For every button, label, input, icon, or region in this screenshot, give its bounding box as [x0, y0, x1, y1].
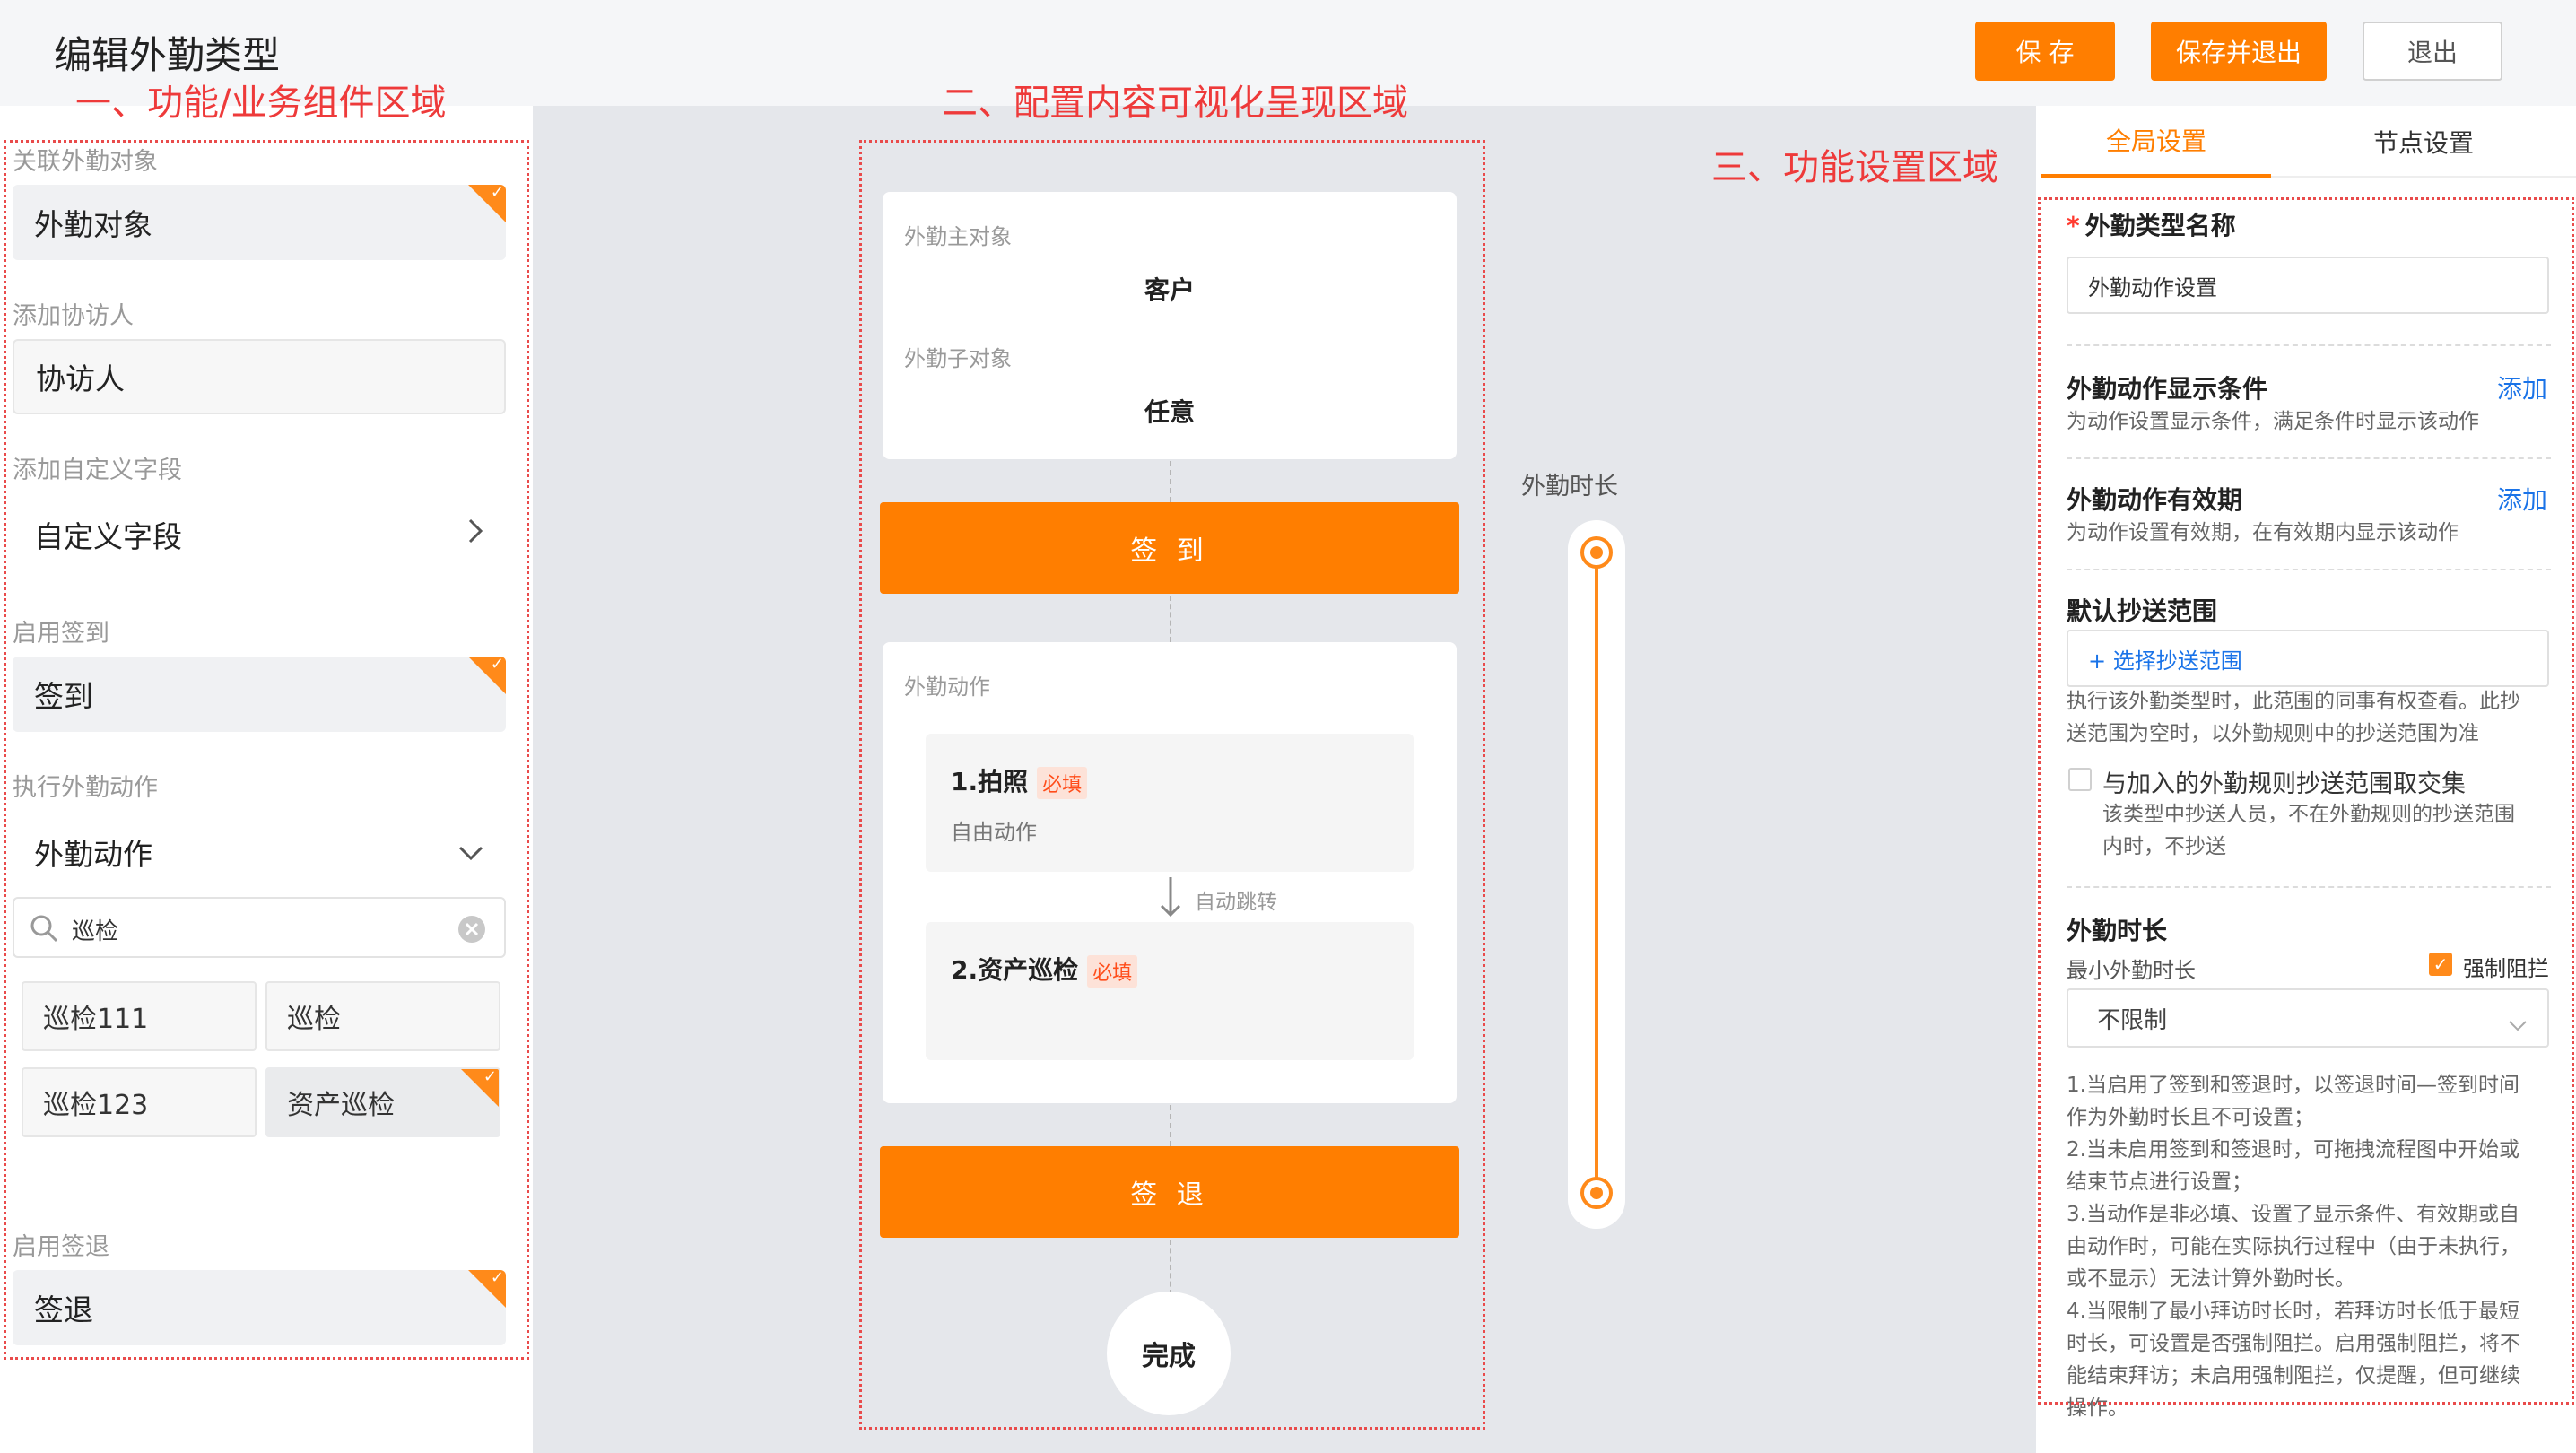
duration-label: 外勤时长	[1521, 473, 1618, 500]
save-button[interactable]: 保 存	[1975, 22, 2115, 81]
zone-1-outline	[4, 140, 529, 1360]
slider-track	[1595, 556, 1598, 1195]
tab-node-settings[interactable]: 节点设置	[2271, 106, 2576, 178]
annotation-zone-2: 二、配置内容可视化呈现区域	[942, 83, 1408, 124]
exit-button[interactable]: 退出	[2363, 22, 2502, 81]
save-and-exit-button[interactable]: 保存并退出	[2151, 22, 2327, 81]
slider-end-handle[interactable]	[1580, 1177, 1613, 1209]
zone-2-outline	[859, 140, 1485, 1430]
annotation-zone-3: 三、功能设置区域	[1711, 147, 1998, 188]
tab-global-settings[interactable]: 全局设置	[2041, 106, 2271, 178]
slider-start-handle[interactable]	[1580, 536, 1613, 569]
duration-slider[interactable]	[1568, 520, 1625, 1229]
annotation-zone-1: 一、功能/业务组件区域	[75, 83, 447, 124]
zone-3-outline	[2038, 197, 2574, 1405]
page-title: 编辑外勤类型	[54, 33, 281, 77]
